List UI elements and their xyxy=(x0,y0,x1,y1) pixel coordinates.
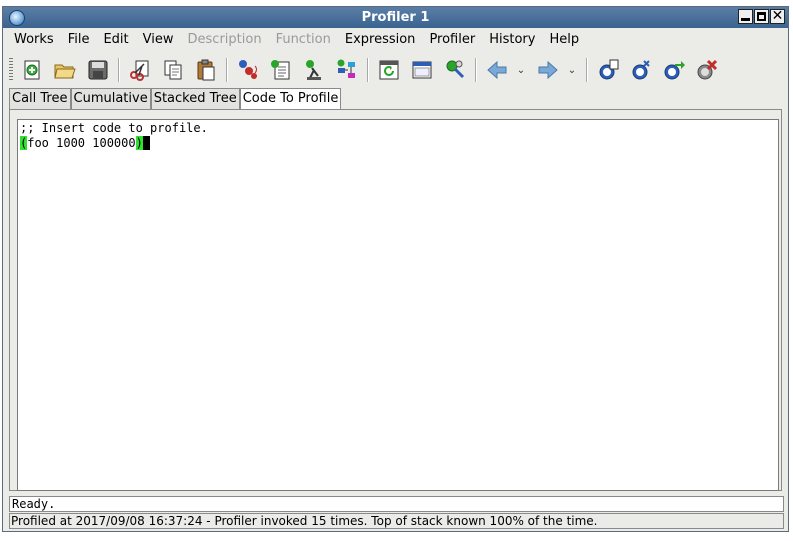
paste-icon[interactable] xyxy=(191,55,221,85)
copy-icon[interactable] xyxy=(158,55,188,85)
menu-works[interactable]: Works xyxy=(7,29,61,51)
back-icon[interactable] xyxy=(482,55,512,85)
menu-file[interactable]: File xyxy=(61,29,97,51)
close-paren-highlight: ) xyxy=(135,136,143,150)
new-icon[interactable] xyxy=(17,55,47,85)
tab-panel: ;; Insert code to profile. (foo 1000 100… xyxy=(9,109,782,491)
menu-bar: Works File Edit View Description Functio… xyxy=(3,28,788,51)
status-message: Ready. xyxy=(9,496,784,512)
toolbar-separator xyxy=(367,58,369,82)
code-editor[interactable]: ;; Insert code to profile. (foo 1000 100… xyxy=(17,119,779,491)
menu-view[interactable]: View xyxy=(136,29,181,51)
window-icon[interactable] xyxy=(407,55,437,85)
back-history-chevron-icon[interactable]: ⌄ xyxy=(515,65,527,76)
menu-edit[interactable]: Edit xyxy=(96,29,135,51)
editor-code-line: (foo 1000 100000) xyxy=(20,136,776,151)
forward-icon[interactable] xyxy=(533,55,563,85)
minimize-button[interactable] xyxy=(738,9,753,24)
profile-start-icon[interactable] xyxy=(593,55,623,85)
window-title: Profiler 1 xyxy=(361,10,430,25)
tab-call-tree[interactable]: Call Tree xyxy=(9,88,71,109)
open-icon[interactable] xyxy=(50,55,80,85)
toolbar-separator xyxy=(118,58,120,82)
text-cursor xyxy=(142,136,150,150)
maximize-button[interactable] xyxy=(754,9,769,24)
profile-clear-icon[interactable] xyxy=(692,55,722,85)
toolbar-separator xyxy=(475,58,477,82)
toolbar-separator xyxy=(226,58,228,82)
tab-cumulative[interactable]: Cumulative xyxy=(70,88,151,109)
tab-stacked-tree[interactable]: Stacked Tree xyxy=(150,88,240,109)
menu-help[interactable]: Help xyxy=(542,29,586,51)
view-tabs: Call Tree Cumulative Stacked Tree Code T… xyxy=(9,88,342,111)
menu-profiler[interactable]: Profiler xyxy=(422,29,482,51)
status-info: Profiled at 2017/09/08 16:37:24 - Profil… xyxy=(9,513,784,529)
close-button[interactable]: ✕ xyxy=(770,9,785,24)
save-icon[interactable] xyxy=(83,55,113,85)
debug-icon[interactable] xyxy=(299,55,329,85)
menu-function[interactable]: Function xyxy=(269,29,338,51)
menu-history[interactable]: History xyxy=(482,29,542,51)
tools-icon[interactable] xyxy=(440,55,470,85)
profile-stop-icon[interactable] xyxy=(626,55,656,85)
tab-code-to-profile[interactable]: Code To Profile xyxy=(239,88,342,111)
refresh-icon[interactable] xyxy=(374,55,404,85)
listener-icon[interactable] xyxy=(266,55,296,85)
menu-description[interactable]: Description xyxy=(181,29,269,51)
menu-expression[interactable]: Expression xyxy=(338,29,423,51)
profiler-window: Profiler 1 ✕ Works File Edit View Descri… xyxy=(2,6,789,532)
toolbar: ⌄ ⌄ xyxy=(3,53,788,87)
browser-icon[interactable] xyxy=(332,55,362,85)
inspect-icon[interactable] xyxy=(233,55,263,85)
toolbar-grip[interactable] xyxy=(9,58,13,82)
code-body: foo 1000 100000 xyxy=(27,136,136,150)
toolbar-separator xyxy=(586,58,588,82)
profile-export-icon[interactable] xyxy=(659,55,689,85)
editor-comment-line: ;; Insert code to profile. xyxy=(20,121,208,135)
title-bar[interactable]: Profiler 1 ✕ xyxy=(3,7,788,28)
forward-history-chevron-icon[interactable]: ⌄ xyxy=(566,65,578,76)
cut-icon[interactable] xyxy=(125,55,155,85)
